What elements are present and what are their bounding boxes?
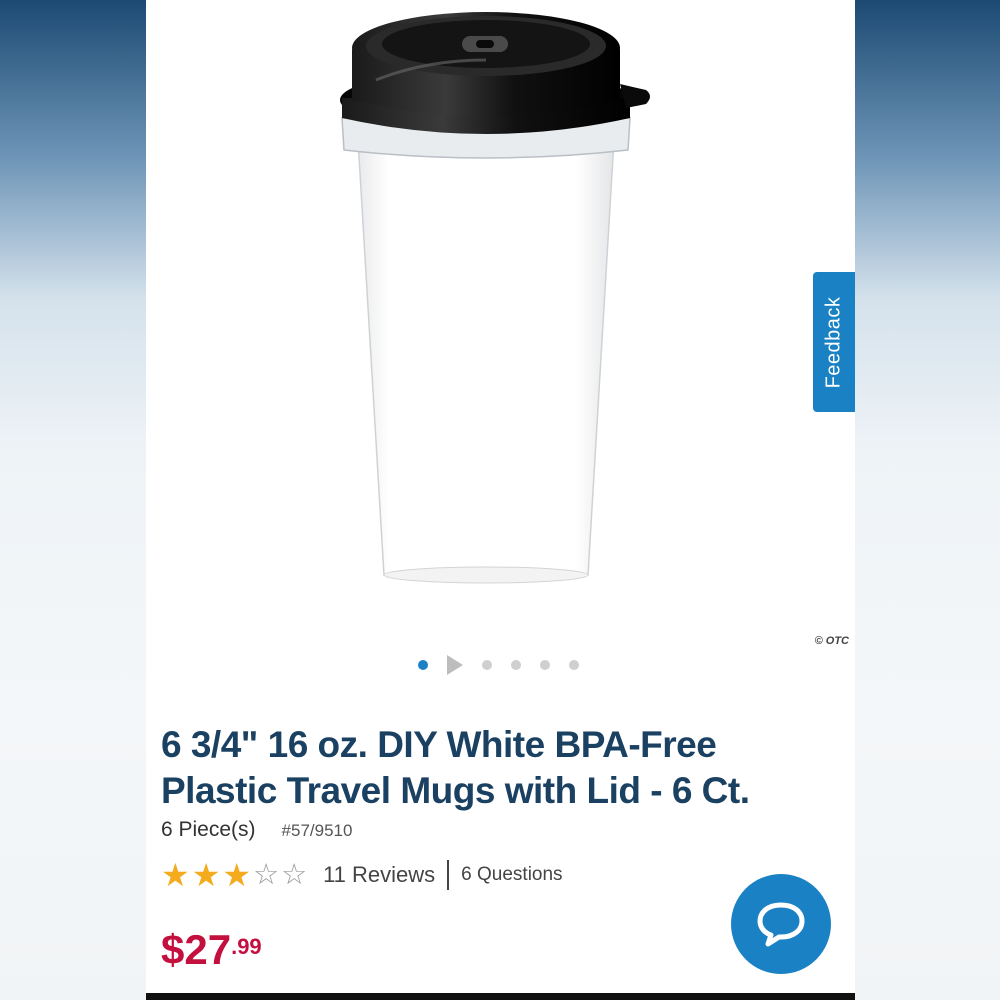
product-title: 6 3/4" 16 oz. DIY White BPA-Free Plastic… <box>161 724 750 811</box>
divider <box>447 860 450 890</box>
chat-bubble-icon <box>757 902 805 947</box>
questions-link[interactable]: 6 Questions <box>461 864 562 886</box>
product-sku: #57/9510 <box>281 821 353 840</box>
feedback-tab[interactable]: Feedback <box>813 272 855 412</box>
image-carousel-dots <box>418 655 598 675</box>
product-price: $27.99 <box>161 926 262 974</box>
product-image[interactable] <box>336 0 656 600</box>
star-icon: ☆ <box>253 859 280 891</box>
carousel-dot-4[interactable] <box>511 660 521 670</box>
star-rating[interactable]: ★ ★ ★ ☆ ☆ <box>161 859 309 891</box>
star-icon: ★ <box>191 857 221 893</box>
product-quantity: 6 Piece(s) <box>161 818 256 841</box>
play-icon[interactable] <box>447 655 463 675</box>
reviews-link[interactable]: 11 Reviews <box>323 862 435 888</box>
image-watermark: © OTC <box>814 635 849 647</box>
carousel-dot-3[interactable] <box>482 660 492 670</box>
carousel-dot-6[interactable] <box>569 660 579 670</box>
carousel-dot-5[interactable] <box>540 660 550 670</box>
star-icon: ☆ <box>281 859 308 891</box>
bottom-bar <box>146 993 855 1000</box>
price-dollars: $27 <box>161 926 232 973</box>
product-meta: 6 Piece(s) #57/9510 <box>161 818 352 842</box>
background-left <box>0 0 146 1000</box>
feedback-label: Feedback <box>822 296 845 388</box>
rating-row: ★ ★ ★ ☆ ☆ 11 Reviews 6 Questions <box>161 858 563 892</box>
carousel-dot-1[interactable] <box>418 660 428 670</box>
background-right <box>854 0 1000 1000</box>
chat-button[interactable] <box>731 874 831 974</box>
product-page: © OTC Feedback 6 3/4" 16 oz. DIY White B… <box>146 0 855 993</box>
star-icon: ★ <box>222 857 252 893</box>
star-icon: ★ <box>161 857 190 893</box>
price-cents: .99 <box>231 933 262 959</box>
